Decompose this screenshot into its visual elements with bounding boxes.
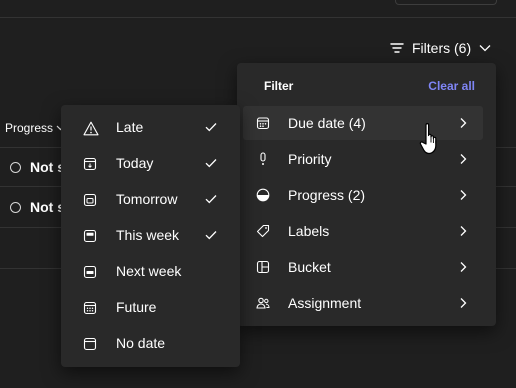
filter-item-label: Assignment [288,295,362,311]
chevron-right-icon [457,261,469,273]
due-date-option-label: Tomorrow [116,191,178,207]
due-date-option-label: This week [116,227,180,243]
warning-icon [83,121,99,136]
bucket-icon [256,260,270,274]
calendar-today-icon [83,157,97,171]
due-date-option-label: Future [116,299,157,315]
progress-icon [256,188,270,202]
calendar-week-icon [83,229,97,243]
chevron-down-icon [479,44,491,52]
checkmark-icon [205,230,217,240]
filter-panel-title: Filter [264,79,294,93]
filter-item-label: Priority [288,151,332,167]
chevron-right-icon [457,153,469,165]
filters-button[interactable]: Filters (6) [390,37,491,59]
checkmark-icon [205,158,217,168]
top-button-outline [395,0,497,5]
due-date-option-this-week[interactable]: This week [61,218,240,254]
chevron-right-icon [457,225,469,237]
due-date-option-label: Next week [116,263,182,279]
filter-lines-icon [390,42,404,54]
people-icon [256,296,270,310]
due-date-option-label: Late [116,119,144,135]
calendar-empty-icon [83,337,97,351]
hand-pointer-cursor-icon [418,120,448,160]
due-date-option-tomorrow[interactable]: Tomorrow [61,182,240,218]
due-date-option-next-week[interactable]: Next week [61,254,240,290]
clear-all-button[interactable]: Clear all [428,79,475,93]
filter-item-label: Progress (2) [288,187,366,203]
filter-item-label: Due date (4) [288,115,366,131]
divider [0,17,516,18]
due-date-option-late[interactable]: Late [61,110,240,146]
chevron-right-icon [457,297,469,309]
calendar-tomorrow-icon [83,193,97,207]
table-row[interactable]: Not s [10,199,65,215]
due-date-option-no-date[interactable]: No date [61,326,240,362]
filter-item-label: Labels [288,223,330,239]
status-text: Not s [30,159,65,175]
due-date-option-label: No date [116,335,166,351]
filters-label: Filters (6) [412,40,472,56]
due-date-submenu: Late Today Tomorrow This week Next week … [61,105,240,367]
calendar-next-week-icon [83,265,97,279]
priority-icon [256,152,270,166]
filter-panel: Filter Clear all Due date (4) Priority P… [237,63,496,326]
table-row[interactable]: Not s [10,159,65,175]
chevron-right-icon [457,117,469,129]
chevron-right-icon [457,189,469,201]
status-radio[interactable] [10,161,21,173]
checkmark-icon [205,194,217,204]
filter-item-label: Bucket [288,259,331,275]
filter-item-assignment[interactable]: Assignment [243,286,483,320]
tag-icon [256,224,270,238]
due-date-option-today[interactable]: Today [61,146,240,182]
filter-item-bucket[interactable]: Bucket [243,250,483,284]
progress-header-label: Progress [5,121,54,135]
progress-column-header[interactable]: Progress [5,121,65,135]
status-radio[interactable] [10,201,21,213]
due-date-option-future[interactable]: Future [61,290,240,326]
calendar-icon [256,116,270,130]
checkmark-icon [205,122,217,132]
filter-item-labels[interactable]: Labels [243,214,483,248]
calendar-future-icon [83,301,97,315]
due-date-option-label: Today [116,155,154,171]
status-text: Not s [30,199,65,215]
filter-item-progress[interactable]: Progress (2) [243,178,483,212]
